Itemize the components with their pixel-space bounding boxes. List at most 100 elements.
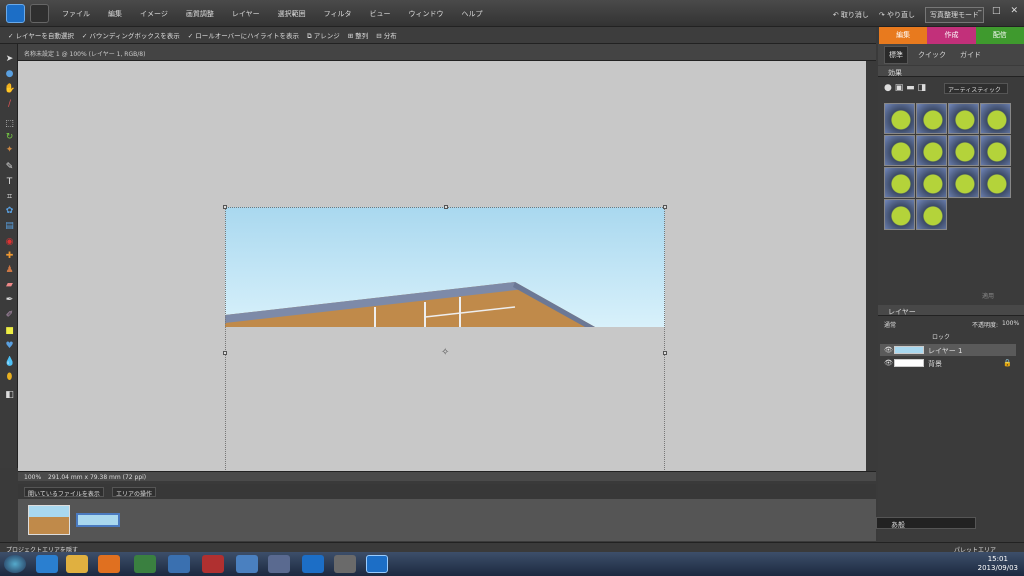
rollover-checkbox[interactable]: ✓ ロールオーバーにハイライトを表示 [188, 30, 299, 40]
reference-point-icon[interactable]: ✧ [441, 347, 449, 358]
effect-thumbnail[interactable] [980, 135, 1011, 166]
app-icon[interactable] [134, 555, 156, 573]
brush-tool-icon[interactable]: ✒ [4, 295, 15, 305]
eye-icon[interactable]: 👁 [884, 346, 893, 354]
effect-thumbnail[interactable] [980, 103, 1011, 134]
document-tab[interactable]: 名称未設定 1 @ 100% (レイヤー 1, RGB/8) [18, 44, 876, 61]
distribute-dropdown[interactable]: ⊟ 分布 [376, 30, 397, 40]
hand-tool-icon[interactable]: ✋ [4, 84, 15, 94]
menu-view[interactable]: ビュー [370, 9, 391, 19]
menu-filter[interactable]: フィルタ [324, 9, 352, 19]
menu-select[interactable]: 選択範囲 [278, 9, 306, 19]
area-operations-menu[interactable]: エリアの操作 [112, 487, 157, 498]
menu-image[interactable]: イメージ [140, 9, 168, 19]
effect-thumbnail[interactable] [884, 199, 915, 230]
transform-handle[interactable] [444, 205, 448, 209]
effects-category-icons[interactable]: ● ▣ ▬ ◨ [884, 83, 926, 93]
transform-handle[interactable] [663, 205, 667, 209]
eraser-tool-icon[interactable]: ▰ [4, 280, 15, 290]
effect-thumbnail[interactable] [916, 135, 947, 166]
blur-tool-icon[interactable]: 💧 [4, 357, 15, 367]
effect-thumbnail[interactable] [884, 135, 915, 166]
effect-thumbnail[interactable] [948, 103, 979, 134]
smart-brush-tool-icon[interactable]: ✐ [4, 310, 15, 320]
effect-thumbnail[interactable] [884, 103, 915, 134]
effect-thumbnail[interactable] [948, 135, 979, 166]
type-tool-icon[interactable]: T [4, 177, 15, 187]
close-icon[interactable]: ✕ [1010, 6, 1018, 16]
ime-palette[interactable]: あ般 [876, 517, 976, 529]
app-icon[interactable] [202, 555, 224, 573]
effect-thumbnail[interactable] [916, 167, 947, 198]
bounding-box-checkbox[interactable]: ✓ バウンディングボックスを表示 [82, 30, 180, 40]
menu-help[interactable]: ヘルプ [462, 9, 483, 19]
tab-edit[interactable]: 編集 [879, 27, 928, 44]
align-dropdown[interactable]: ⊞ 整列 [348, 30, 369, 40]
effects-filter-dropdown[interactable]: アーティスティック [944, 83, 1008, 94]
organizer-mode-button[interactable]: 写真整理モード [925, 7, 984, 23]
zoom-tool-icon[interactable]: ● [4, 69, 15, 79]
straighten-tool-icon[interactable]: ▤ [4, 221, 15, 231]
undo-button[interactable]: ↶ 取り消し [833, 10, 869, 20]
tab-guided-edit[interactable]: ガイド [956, 47, 985, 63]
cookie-cutter-tool-icon[interactable]: ✿ [4, 206, 15, 216]
media-player-icon[interactable] [98, 555, 120, 573]
zoom-level[interactable]: 100% [24, 474, 41, 481]
home-icon[interactable] [30, 4, 49, 23]
eye-icon[interactable]: 👁 [884, 359, 893, 367]
red-eye-tool-icon[interactable]: ◉ [4, 237, 15, 247]
healing-brush-tool-icon[interactable]: ✚ [4, 251, 15, 261]
redo-button[interactable]: ↷ やり直し [879, 10, 915, 20]
magic-wand-tool-icon[interactable]: ✦ [4, 145, 15, 155]
app-icon[interactable] [168, 555, 190, 573]
effect-thumbnail[interactable] [948, 167, 979, 198]
tab-create[interactable]: 作成 [927, 27, 976, 44]
effects-panel-header[interactable]: 効果 [878, 66, 1024, 77]
show-files-dropdown[interactable]: 開いているファイルを表示 [24, 487, 104, 498]
effect-thumbnail[interactable] [916, 199, 947, 230]
clone-stamp-tool-icon[interactable]: ♟ [4, 265, 15, 275]
marquee-tool-icon[interactable]: ⬚ [4, 119, 15, 129]
effect-thumbnail[interactable] [980, 167, 1011, 198]
ie-icon[interactable] [36, 555, 58, 573]
clock[interactable]: 15:01 2013/09/03 [978, 555, 1018, 573]
selection-brush-tool-icon[interactable]: ✎ [4, 162, 15, 172]
opacity-value[interactable]: 100% [1002, 320, 1019, 327]
menu-layer[interactable]: レイヤー [232, 9, 260, 19]
layer-row[interactable]: 👁 背景 🔒 [880, 357, 1016, 369]
minimize-icon[interactable]: – [977, 6, 982, 16]
lasso-tool-icon[interactable]: ↻ [4, 132, 15, 142]
bin-thumbnail-selected[interactable] [76, 513, 120, 527]
hide-project-bar[interactable]: プロジェクトエリアを隠す [0, 542, 876, 554]
arrange-dropdown[interactable]: ⧉ アレンジ [307, 30, 340, 41]
menu-window[interactable]: ウィンドウ [409, 9, 444, 19]
sponge-tool-icon[interactable]: ⬮ [4, 372, 15, 382]
auto-select-checkbox[interactable]: ✓ レイヤーを自動選択 [8, 30, 74, 40]
layers-panel-header[interactable]: レイヤー [878, 305, 1024, 316]
effect-thumbnail[interactable] [884, 167, 915, 198]
menu-edit[interactable]: 編集 [108, 9, 122, 19]
start-button[interactable] [4, 555, 26, 573]
menu-enhance[interactable]: 画質調整 [186, 9, 214, 19]
move-tool-icon[interactable]: ➤ [4, 54, 15, 64]
tab-quick-edit[interactable]: クイック [914, 47, 950, 63]
photoshop-elements-taskbar-icon[interactable] [366, 555, 388, 573]
color-swatches-icon[interactable]: ◧ [4, 390, 15, 400]
app-icon[interactable] [334, 555, 356, 573]
transform-handle[interactable] [223, 205, 227, 209]
transform-handle[interactable] [663, 351, 667, 355]
maximize-icon[interactable]: □ [992, 6, 1001, 16]
bounding-box[interactable]: ✧ [223, 205, 667, 478]
menu-file[interactable]: ファイル [62, 9, 90, 19]
gradient-tool-icon[interactable]: ■ [4, 326, 15, 336]
app-logo-icon[interactable] [6, 4, 25, 23]
app-icon[interactable] [268, 555, 290, 573]
tab-share[interactable]: 配信 [975, 27, 1024, 44]
eyedropper-tool-icon[interactable]: ∕ [4, 99, 15, 109]
tab-full-edit[interactable]: 標準 [884, 45, 908, 64]
transform-handle[interactable] [223, 351, 227, 355]
palette-area-bar[interactable]: パレットエリア [876, 542, 1024, 554]
apply-button[interactable]: 適用 [982, 291, 994, 300]
blend-mode-dropdown[interactable]: 通常 [884, 320, 896, 329]
shape-tool-icon[interactable]: ♥ [4, 341, 15, 351]
